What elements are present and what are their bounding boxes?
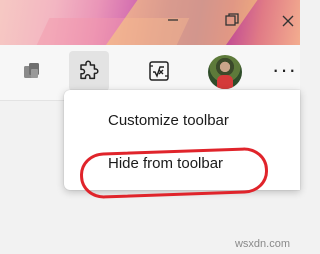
more-options-button[interactable]: ··· — [272, 59, 300, 85]
close-button[interactable] — [272, 6, 300, 34]
collections-button[interactable] — [12, 51, 52, 91]
collections-icon — [24, 63, 39, 78]
math-solver-button[interactable] — [139, 51, 179, 91]
menu-item-label: Hide from toolbar — [108, 154, 224, 172]
restore-icon — [225, 13, 239, 26]
extensions-context-menu: Customize toolbar Hide from toolbar — [64, 90, 300, 190]
title-bar — [0, 0, 300, 45]
menu-item-customize-toolbar[interactable]: Customize toolbar — [64, 102, 300, 138]
puzzle-icon — [80, 60, 99, 80]
close-icon — [282, 15, 294, 27]
menu-item-hide-from-toolbar[interactable]: Hide from toolbar — [64, 145, 300, 181]
menu-item-label: Customize toolbar — [108, 111, 229, 129]
watermark: wsxdn.com — [234, 238, 290, 250]
minimize-icon — [168, 19, 178, 21]
avatar-figure — [217, 75, 233, 89]
maximize-button[interactable] — [217, 6, 247, 34]
math-solver-icon — [149, 61, 169, 81]
extensions-button[interactable] — [69, 51, 109, 91]
profile-avatar[interactable] — [208, 55, 242, 89]
minimize-button[interactable] — [158, 6, 188, 34]
